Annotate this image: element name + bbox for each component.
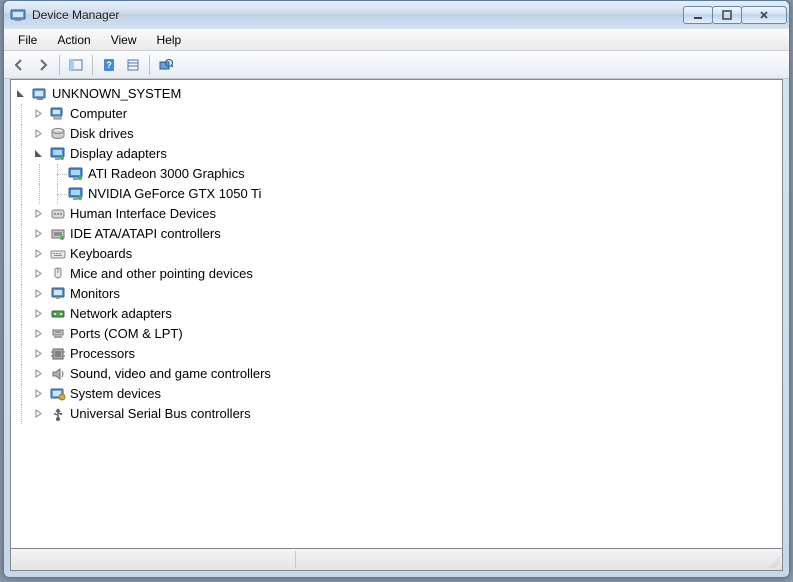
hid-icon: [50, 206, 66, 222]
expander-icon[interactable]: [31, 307, 45, 321]
device-manager-icon: [10, 7, 26, 23]
menu-view[interactable]: View: [101, 31, 147, 49]
properties-button[interactable]: [122, 54, 144, 76]
mouse-icon: [50, 266, 66, 282]
tree-device-label: ATI Radeon 3000 Graphics: [88, 164, 251, 184]
menu-help[interactable]: Help: [147, 31, 192, 49]
tree-category[interactable]: Display adapters: [13, 144, 782, 164]
menubar: File Action View Help: [4, 29, 789, 51]
expander-icon[interactable]: [31, 107, 45, 121]
keyboard-icon: [50, 246, 66, 262]
display-icon: [68, 186, 84, 202]
ide-icon: [50, 226, 66, 242]
tree-category[interactable]: Monitors: [13, 284, 782, 304]
toolbar-separator: [149, 55, 150, 75]
tree-category[interactable]: Processors: [13, 344, 782, 364]
tree-category[interactable]: Universal Serial Bus controllers: [13, 404, 782, 424]
tree-device-label: NVIDIA GeForce GTX 1050 Ti: [88, 184, 267, 204]
expander-icon[interactable]: [31, 387, 45, 401]
usb-icon: [50, 406, 66, 422]
menu-file[interactable]: File: [8, 31, 47, 49]
display-icon: [50, 146, 66, 162]
toolbar-separator: [92, 55, 93, 75]
toolbar: ?: [4, 51, 789, 79]
close-button[interactable]: [741, 6, 787, 24]
sound-icon: [50, 366, 66, 382]
minimize-button[interactable]: [683, 6, 713, 24]
tree-category-label: Network adapters: [70, 304, 178, 324]
display-icon: [68, 166, 84, 182]
device-manager-window: Device Manager File Action View Help: [3, 0, 790, 578]
expander-icon[interactable]: [31, 127, 45, 141]
expander-icon[interactable]: [31, 267, 45, 281]
disk-icon: [50, 126, 66, 142]
system-icon: [50, 386, 66, 402]
tree-category[interactable]: Network adapters: [13, 304, 782, 324]
tree-category[interactable]: System devices: [13, 384, 782, 404]
tree-device[interactable]: NVIDIA GeForce GTX 1050 Ti: [13, 184, 782, 204]
tree-category-label: Disk drives: [70, 124, 140, 144]
expander-icon[interactable]: [31, 147, 45, 161]
statusbar: [10, 549, 783, 571]
client-area: UNKNOWN_SYSTEM Computer Disk drives Disp…: [10, 79, 783, 549]
show-hide-console-tree-button[interactable]: [65, 54, 87, 76]
tree-category-label: Monitors: [70, 284, 126, 304]
tree-category[interactable]: Disk drives: [13, 124, 782, 144]
device-tree[interactable]: UNKNOWN_SYSTEM Computer Disk drives Disp…: [11, 80, 782, 548]
network-icon: [50, 306, 66, 322]
maximize-button[interactable]: [712, 6, 742, 24]
tree-category-label: Mice and other pointing devices: [70, 264, 259, 284]
expander-icon[interactable]: [31, 227, 45, 241]
expander-icon[interactable]: [31, 287, 45, 301]
tree-category-label: IDE ATA/ATAPI controllers: [70, 224, 227, 244]
tree-root-label: UNKNOWN_SYSTEM: [52, 84, 187, 104]
tree-category[interactable]: Ports (COM & LPT): [13, 324, 782, 344]
expander-icon[interactable]: [31, 407, 45, 421]
cpu-icon: [50, 346, 66, 362]
tree-category[interactable]: Keyboards: [13, 244, 782, 264]
expander-icon[interactable]: [31, 367, 45, 381]
menu-action[interactable]: Action: [47, 31, 100, 49]
tree-category-label: Keyboards: [70, 244, 138, 264]
tree-device[interactable]: ATI Radeon 3000 Graphics: [13, 164, 782, 184]
window-title: Device Manager: [32, 8, 684, 22]
tree-category-label: Ports (COM & LPT): [70, 324, 189, 344]
tree-category[interactable]: Human Interface Devices: [13, 204, 782, 224]
tree-category-label: System devices: [70, 384, 167, 404]
titlebar[interactable]: Device Manager: [4, 1, 789, 29]
scan-hardware-button[interactable]: [155, 54, 177, 76]
tree-category[interactable]: Mice and other pointing devices: [13, 264, 782, 284]
tree-category-label: Human Interface Devices: [70, 204, 222, 224]
tree-category-label: Universal Serial Bus controllers: [70, 404, 257, 424]
tree-category[interactable]: IDE ATA/ATAPI controllers: [13, 224, 782, 244]
computer-icon: [50, 106, 66, 122]
computer-root-icon: [32, 86, 48, 102]
tree-category-label: Processors: [70, 344, 141, 364]
expander-icon[interactable]: [31, 207, 45, 221]
tree-category-label: Sound, video and game controllers: [70, 364, 277, 384]
toolbar-separator: [59, 55, 60, 75]
tree-category-label: Display adapters: [70, 144, 173, 164]
tree-category-label: Computer: [70, 104, 133, 124]
tree-category[interactable]: Sound, video and game controllers: [13, 364, 782, 384]
tree-category[interactable]: Computer: [13, 104, 782, 124]
port-icon: [50, 326, 66, 342]
help-button[interactable]: ?: [98, 54, 120, 76]
expander-icon[interactable]: [31, 327, 45, 341]
resize-grip-icon[interactable]: [766, 554, 780, 568]
tree-root[interactable]: UNKNOWN_SYSTEM: [13, 84, 782, 104]
monitor-icon: [50, 286, 66, 302]
back-button[interactable]: [8, 54, 30, 76]
forward-button[interactable]: [32, 54, 54, 76]
expander-icon[interactable]: [31, 347, 45, 361]
svg-text:?: ?: [106, 60, 112, 70]
expander-icon[interactable]: [31, 247, 45, 261]
expander-icon[interactable]: [13, 87, 27, 101]
